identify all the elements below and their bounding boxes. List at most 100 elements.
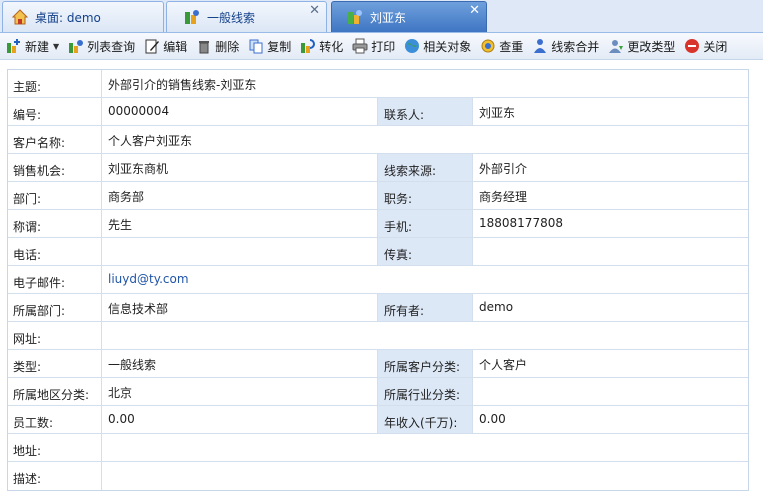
owner-dept-label: 所属部门: — [8, 294, 102, 321]
department-value: 商务部 — [102, 182, 378, 209]
convert-icon — [301, 39, 316, 53]
revenue-value: 0.00 — [479, 412, 506, 426]
email-label: 电子邮件: — [8, 266, 102, 293]
delete-button[interactable]: 删除 — [193, 35, 242, 57]
website-value — [102, 322, 748, 349]
related-objects-button[interactable]: 相关对象 — [401, 35, 474, 57]
subject-label: 主题: — [8, 70, 102, 97]
website-label: 网址: — [8, 322, 102, 349]
subject-value: 外部引介的销售线索-刘亚东 — [102, 70, 748, 97]
chevron-down-icon[interactable]: ▼ — [53, 42, 59, 51]
printer-icon — [352, 38, 368, 54]
position-value: 商务经理 — [479, 190, 528, 204]
row-email: 电子邮件: liuyd@ty.com — [8, 266, 748, 294]
opportunity-label: 销售机会: — [8, 154, 102, 181]
description-label: 描述: — [8, 462, 102, 490]
row-salutation-mobile: 称谓: 先生 手机: 18808177808 — [8, 210, 748, 238]
row-website: 网址: — [8, 322, 748, 350]
owner-dept-value: 信息技术部 — [102, 294, 378, 321]
row-department-position: 部门: 商务部 职务: 商务经理 — [8, 182, 748, 210]
change-type-button[interactable]: 更改类型 — [605, 35, 678, 57]
tab-label: 一般线索 — [207, 10, 256, 25]
employees-label: 员工数: — [8, 406, 102, 433]
address-label: 地址: — [8, 434, 102, 461]
row-number-contact: 编号: 00000004 联系人: 刘亚东 — [8, 98, 748, 126]
salutation-label: 称谓: — [8, 210, 102, 237]
row-subject: 主题: 外部引介的销售线索-刘亚东 — [8, 70, 748, 98]
change-type-icon — [609, 40, 624, 53]
merge-leads-button[interactable]: 线索合并 — [529, 35, 602, 57]
row-employees-revenue: 员工数: 0.00 年收入(千万): 0.00 — [8, 406, 748, 434]
employees-value: 0.00 — [102, 406, 378, 433]
department-label: 部门: — [8, 182, 102, 209]
dedupe-button[interactable]: 查重 — [477, 35, 526, 57]
row-phone-fax: 电话: 传真: — [8, 238, 748, 266]
opportunity-value: 刘亚东商机 — [102, 154, 378, 181]
revenue-label: 年收入(千万): — [378, 406, 473, 433]
mobile-value: 18808177808 — [479, 216, 563, 230]
lead-source-label: 线索来源: — [378, 154, 473, 181]
close-icon[interactable]: ✕ — [309, 4, 320, 17]
contact-label: 联系人: — [378, 98, 473, 125]
customer-name-value: 个人客户刘亚东 — [102, 126, 748, 153]
customer-name-label: 客户名称: — [8, 126, 102, 153]
globe-icon — [405, 39, 420, 53]
edit-icon — [145, 39, 160, 54]
customer-category-label: 所属客户分类: — [378, 350, 473, 377]
industry-label: 所属行业分类: — [378, 378, 473, 405]
owner-label: 所有者: — [378, 294, 473, 321]
lead-icon — [346, 8, 364, 26]
print-button[interactable]: 打印 — [349, 35, 398, 57]
address-value — [102, 434, 748, 461]
phone-label: 电话: — [8, 238, 102, 265]
list-query-icon — [69, 40, 84, 53]
merge-icon — [534, 39, 547, 53]
mobile-label: 手机: — [378, 210, 473, 237]
copy-icon — [249, 39, 263, 54]
dedupe-icon — [481, 39, 495, 53]
owner-value: demo — [479, 300, 514, 314]
description-value — [102, 462, 748, 490]
row-type-category: 类型: 一般线索 所属客户分类: 个人客户 — [8, 350, 748, 378]
salutation-value: 先生 — [102, 210, 378, 237]
type-label: 类型: — [8, 350, 102, 377]
copy-button[interactable]: 复制 — [245, 35, 294, 57]
tab-desktop[interactable]: 桌面: demo — [2, 1, 164, 32]
region-label: 所属地区分类: — [8, 378, 102, 405]
fax-label: 传真: — [378, 238, 473, 265]
new-button[interactable]: 新建 ▼ — [3, 35, 62, 57]
home-icon — [11, 8, 29, 26]
lead-source-value: 外部引介 — [479, 162, 528, 176]
new-icon — [7, 39, 20, 53]
email-link[interactable]: liuyd@ty.com — [102, 266, 748, 293]
number-value: 00000004 — [102, 98, 378, 125]
tab-general-leads[interactable]: 一般线索 ✕ — [166, 1, 327, 32]
tab-label: 桌面: demo — [35, 10, 101, 25]
row-customer-name: 客户名称: 个人客户刘亚东 — [8, 126, 748, 154]
fax-value — [473, 238, 748, 265]
close-icon[interactable]: ✕ — [469, 4, 480, 17]
row-ownerdept-owner: 所属部门: 信息技术部 所有者: demo — [8, 294, 748, 322]
row-opportunity-source: 销售机会: 刘亚东商机 线索来源: 外部引介 — [8, 154, 748, 182]
edit-button[interactable]: 编辑 — [141, 35, 190, 57]
tab-liuyadong[interactable]: 刘亚东 ✕ — [331, 1, 487, 32]
row-region-industry: 所属地区分类: 北京 所属行业分类: — [8, 378, 748, 406]
type-value: 一般线索 — [102, 350, 378, 377]
row-description: 描述: — [8, 462, 748, 490]
lead-detail-form: 主题: 外部引介的销售线索-刘亚东 编号: 00000004 联系人: 刘亚东 … — [7, 69, 749, 491]
region-value: 北京 — [102, 378, 378, 405]
tab-label: 刘亚东 — [370, 10, 407, 25]
phone-value — [102, 238, 378, 265]
list-query-button[interactable]: 列表查询 — [65, 35, 138, 57]
position-label: 职务: — [378, 182, 473, 209]
lead-icon — [183, 8, 201, 26]
row-address: 地址: — [8, 434, 748, 462]
customer-category-value: 个人客户 — [479, 358, 528, 372]
close-button[interactable]: 关闭 — [681, 35, 730, 57]
tab-strip: 桌面: demo 一般线索 ✕ 刘亚东 ✕ — [0, 0, 763, 33]
contact-value: 刘亚东 — [479, 106, 516, 120]
convert-button[interactable]: 转化 — [297, 35, 346, 57]
close-circle-icon — [685, 39, 700, 53]
trash-icon — [199, 41, 210, 54]
industry-value — [473, 378, 748, 405]
